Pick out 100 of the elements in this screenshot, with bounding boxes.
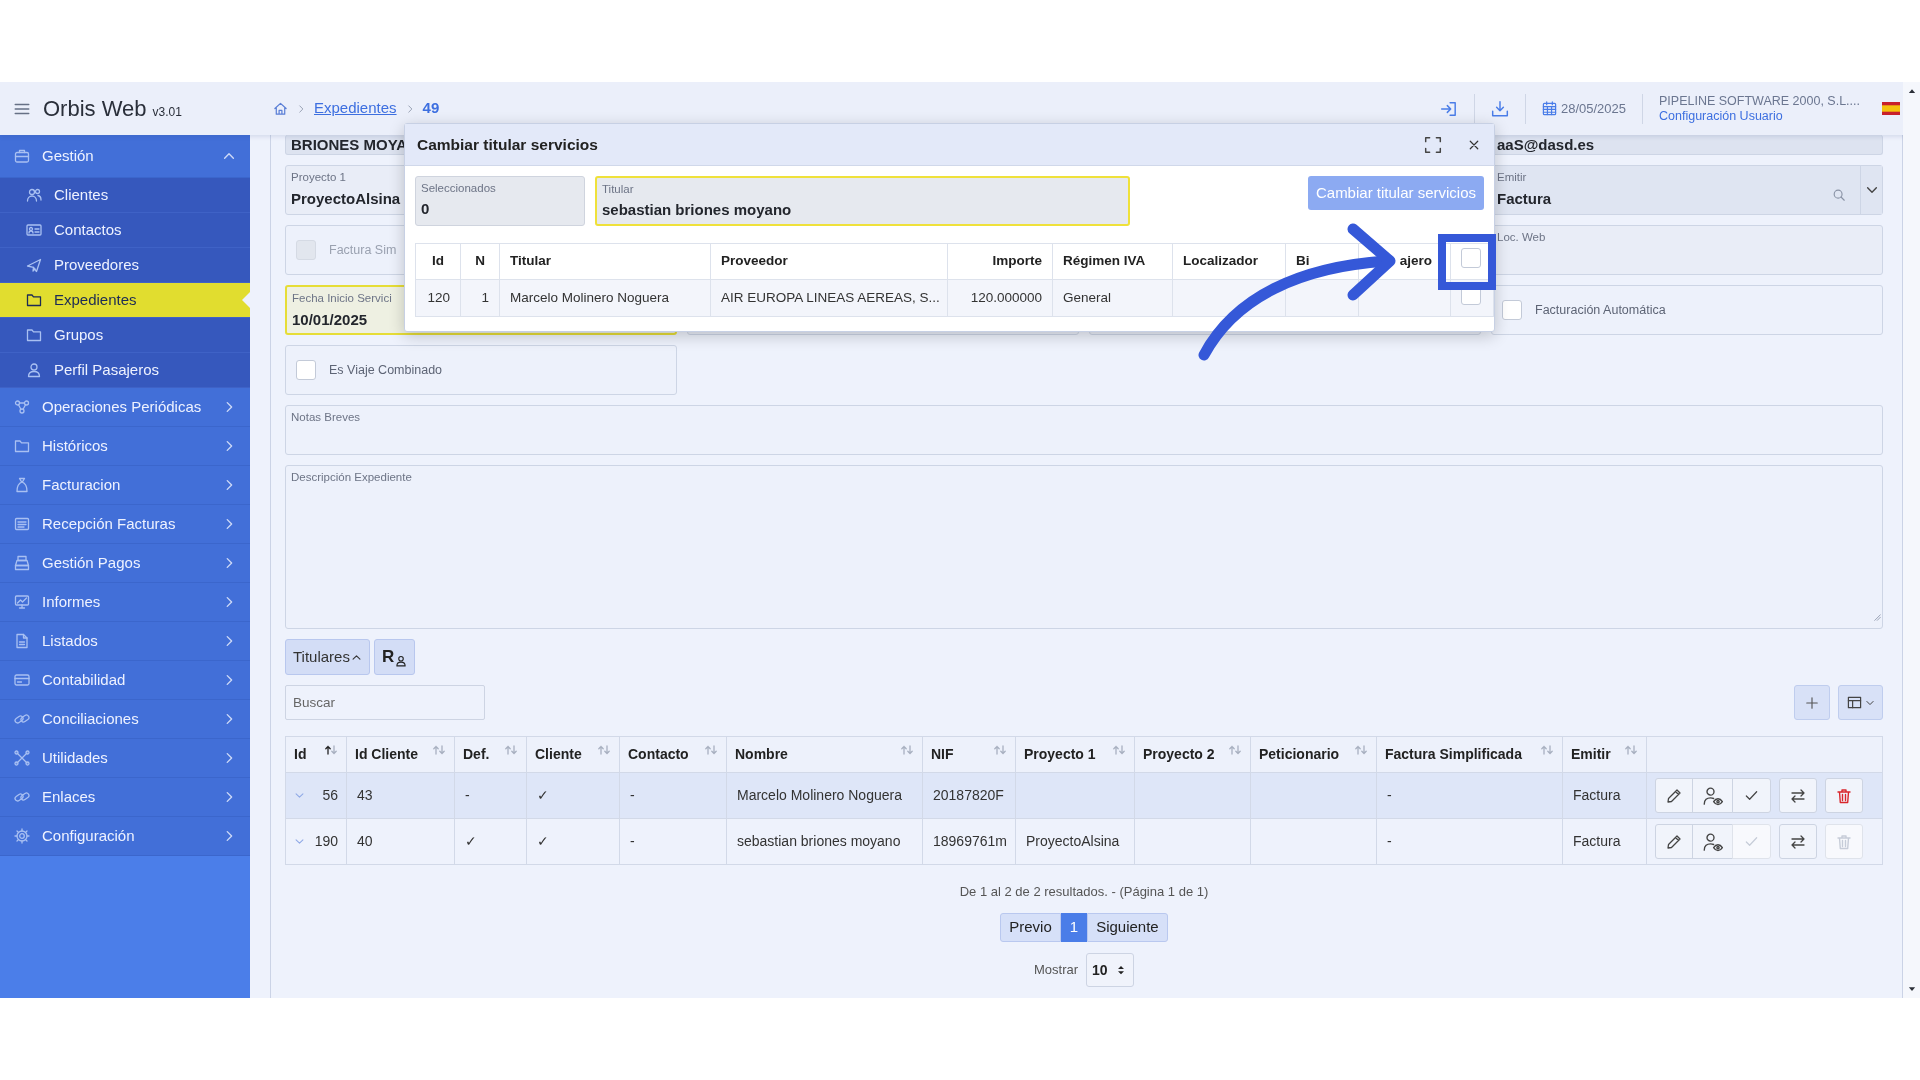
edit-button[interactable] bbox=[1655, 778, 1693, 813]
sidebar-subitem[interactable]: Clientes bbox=[0, 178, 250, 213]
table-cell: 43 bbox=[357, 787, 373, 803]
flag-icon[interactable] bbox=[1882, 102, 1900, 115]
table-cell: - bbox=[465, 787, 470, 803]
sidebar-item[interactable]: Recepción Facturas bbox=[0, 505, 250, 544]
sidebar-item[interactable]: Configuración bbox=[0, 817, 250, 856]
sidebar-item[interactable]: Gestión Pagos bbox=[0, 544, 250, 583]
column-header: ajero bbox=[1399, 253, 1432, 269]
sidebar-item[interactable]: Informes bbox=[0, 583, 250, 622]
checkbox-label: Es Viaje Combinado bbox=[329, 361, 443, 379]
table-cell: Marcelo Molinero Noguera bbox=[737, 787, 902, 803]
swap-icon bbox=[1790, 833, 1806, 850]
plane-icon bbox=[26, 257, 42, 273]
settings-icon bbox=[14, 828, 30, 844]
chart-icon bbox=[14, 594, 30, 610]
column-header: Proveedor bbox=[721, 253, 788, 269]
table-cell: 18969761m bbox=[933, 833, 1007, 849]
search-icon bbox=[1832, 188, 1846, 202]
column-header[interactable]: Id bbox=[294, 744, 307, 765]
delete-button[interactable] bbox=[1825, 778, 1863, 813]
field-value: 0 bbox=[421, 199, 430, 219]
user-settings-link[interactable]: Configuración Usuario bbox=[1659, 108, 1860, 124]
sidebar-item[interactable]: Facturacion bbox=[0, 466, 250, 505]
add-button[interactable] bbox=[1794, 685, 1830, 720]
breadcrumb-link[interactable]: Expedientes bbox=[314, 97, 397, 120]
next-button[interactable]: Siguiente bbox=[1087, 913, 1168, 942]
sidebar-subitem[interactable]: Expedientes bbox=[0, 283, 250, 318]
sidebar-item[interactable]: Enlaces bbox=[0, 778, 250, 817]
transfer-button[interactable] bbox=[1779, 824, 1817, 859]
table-cell: Marcelo Molinero Noguera bbox=[510, 289, 670, 305]
sort-icon[interactable] bbox=[324, 744, 338, 755]
document-icon bbox=[14, 633, 30, 649]
scrollbar[interactable] bbox=[1903, 82, 1920, 998]
chevron-down-icon[interactable] bbox=[294, 836, 305, 847]
view-user-button[interactable] bbox=[1692, 778, 1733, 813]
columns-button[interactable] bbox=[1838, 685, 1883, 720]
checkbox[interactable] bbox=[1461, 248, 1481, 269]
briefcase-icon bbox=[14, 148, 30, 164]
field-value: aaS@dasd.es bbox=[1497, 134, 1595, 155]
highlight-frame bbox=[1438, 234, 1496, 290]
field-value: ProyectoAlsina bbox=[291, 189, 401, 209]
text-area[interactable]: Descripción Expediente bbox=[285, 465, 1883, 629]
sidebar-item[interactable]: Operaciones Periódicas bbox=[0, 388, 250, 427]
date-label: 28/05/2025 bbox=[1560, 99, 1626, 118]
field-label: Fecha Inicio Servici bbox=[292, 291, 392, 305]
nodes-icon bbox=[14, 399, 30, 415]
page-size-select[interactable]: 10 bbox=[1086, 953, 1135, 987]
swap-icon bbox=[1790, 787, 1806, 804]
login-icon[interactable] bbox=[1439, 99, 1458, 118]
text-area[interactable]: Notas Breves bbox=[285, 405, 1883, 455]
page-button[interactable]: 1 bbox=[1060, 913, 1088, 942]
field-label: Loc. Web bbox=[1497, 230, 1546, 244]
home-icon[interactable] bbox=[273, 101, 288, 116]
sidebar-item[interactable]: Históricos bbox=[0, 427, 250, 466]
field-label: Notas Breves bbox=[291, 410, 361, 424]
checkbox[interactable] bbox=[1502, 300, 1522, 320]
check-icon bbox=[1744, 834, 1759, 849]
previous-button[interactable]: Previo bbox=[1000, 913, 1061, 942]
table-cell-text: 56 bbox=[322, 786, 338, 805]
list-icon bbox=[14, 516, 30, 532]
input-field[interactable]: Seleccionados 0 bbox=[415, 176, 585, 226]
download-icon[interactable] bbox=[1490, 99, 1509, 118]
dialog-title: Cambiar titular servicios bbox=[417, 134, 598, 155]
table-cell: Factura bbox=[1573, 787, 1621, 803]
sidebar-subitem[interactable]: Perfil Pasajeros bbox=[0, 353, 250, 388]
edit-button[interactable] bbox=[1655, 824, 1693, 859]
sidebar-subitem[interactable]: Grupos bbox=[0, 318, 250, 353]
table-cell: - bbox=[1387, 787, 1392, 803]
link-icon bbox=[14, 711, 30, 727]
checkbox-label: Factura Sim bbox=[329, 241, 397, 259]
column-header: Localizador bbox=[1183, 253, 1258, 269]
field-label: Emitir bbox=[1497, 170, 1527, 184]
table-cell: 120.000000 bbox=[970, 289, 1042, 305]
sidebar-subitem[interactable]: Contactos bbox=[0, 213, 250, 248]
transfer-button[interactable] bbox=[1779, 778, 1817, 813]
sidebar-item[interactable]: Conciliaciones bbox=[0, 700, 250, 739]
sidebar-item[interactable]: Listados bbox=[0, 622, 250, 661]
sidebar-subitem[interactable]: Proveedores bbox=[0, 248, 250, 283]
sidebar-item[interactable]: Gestión bbox=[0, 135, 250, 178]
field-label: Descripción Expediente bbox=[291, 470, 412, 484]
titulares-toggle[interactable]: Titulares bbox=[285, 639, 370, 675]
id-card-icon bbox=[26, 222, 42, 238]
chevron-down-icon[interactable] bbox=[294, 790, 305, 801]
register-icon bbox=[14, 555, 30, 571]
user-eye-icon bbox=[1702, 831, 1723, 852]
person-filter-button[interactable]: R bbox=[373, 639, 416, 675]
fullscreen-icon[interactable] bbox=[1424, 135, 1442, 154]
breadcrumb-current: 49 bbox=[422, 98, 440, 119]
close-icon[interactable] bbox=[1468, 138, 1480, 151]
column-header[interactable]: Nombre bbox=[735, 744, 788, 765]
checkbox[interactable] bbox=[296, 360, 316, 380]
dropdown-toggle[interactable] bbox=[1860, 166, 1882, 214]
search-field[interactable]: Buscar bbox=[285, 685, 485, 720]
column-header[interactable]: NIF bbox=[931, 744, 954, 765]
input-field[interactable]: Titular sebastian briones moyano bbox=[595, 176, 1130, 226]
view-user-button[interactable] bbox=[1692, 824, 1733, 859]
sidebar-item[interactable]: Utilidades bbox=[0, 739, 250, 778]
link-icon bbox=[14, 789, 30, 805]
sidebar-item[interactable]: Contabilidad bbox=[0, 661, 250, 700]
